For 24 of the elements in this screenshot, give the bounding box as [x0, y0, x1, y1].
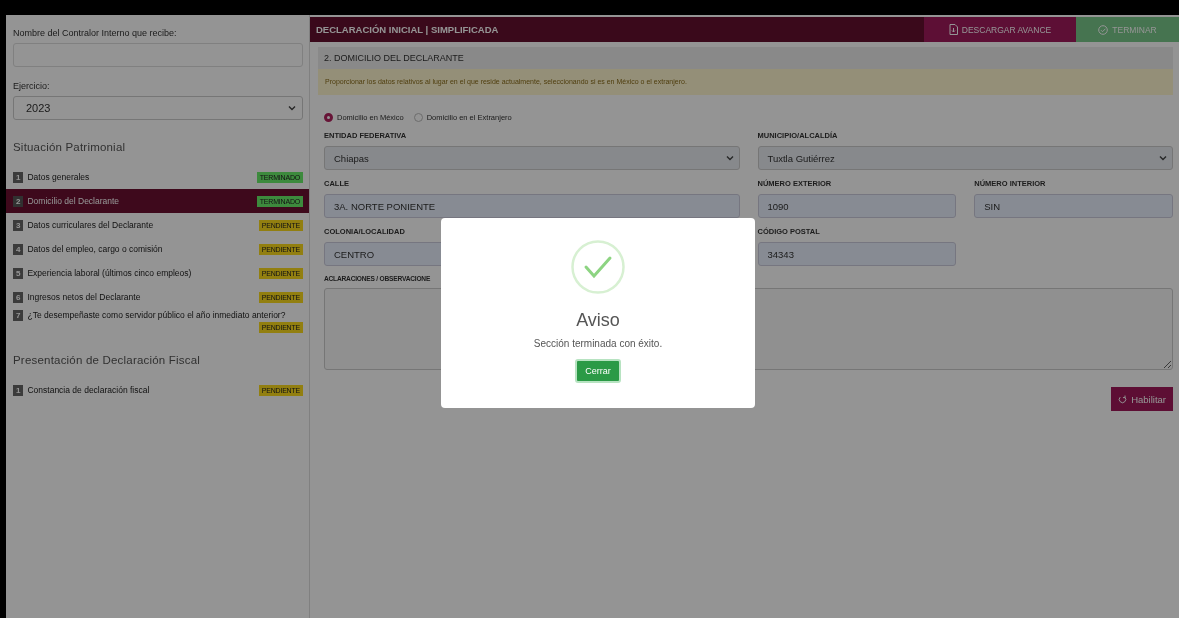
step-number: 6: [13, 291, 24, 303]
section-heading: Presentación de Declaración Fiscal: [13, 354, 202, 366]
step-number: 1: [13, 384, 24, 396]
dialog-title: Aviso: [576, 310, 620, 331]
page-title: DECLARACIÓN INICIAL | SIMPLIFICADA: [315, 24, 500, 35]
nav-item-label: Experiencia laboral (últimos cinco empleos): [27, 268, 192, 278]
nav-item-label: Domicilio del Declarante: [27, 196, 120, 206]
nav-item-label: ¿Te desempeñaste como servidor público el año inmediato anterior?: [27, 310, 286, 320]
field-label: Nombre del Contralor Interno que recibe:: [13, 28, 178, 38]
nav-item-label: Datos generales: [27, 172, 90, 182]
section-title: 2. DOMICILIO DEL DECLARANTE: [318, 47, 1173, 69]
step-number: 3: [13, 219, 24, 231]
step-number: 4: [13, 243, 24, 255]
step-number: 1: [13, 171, 24, 183]
dialog-message: Sección terminada con éxito.: [533, 338, 663, 349]
section-heading: Situación Patrimonial: [13, 141, 127, 153]
step-number: 5: [13, 267, 24, 279]
step-number: 2: [13, 195, 24, 207]
field-label: Ejercicio:: [13, 81, 51, 91]
nav-item-label: Datos curriculares del Declarante: [27, 220, 154, 230]
nav-item-label: Ingresos netos del Declarante: [27, 292, 141, 302]
step-number: 7: [13, 309, 24, 321]
nav-item-label: Constancia de declaración fiscal: [27, 385, 150, 395]
nav-item-label: Datos del empleo, cargo o comisión: [27, 244, 163, 254]
